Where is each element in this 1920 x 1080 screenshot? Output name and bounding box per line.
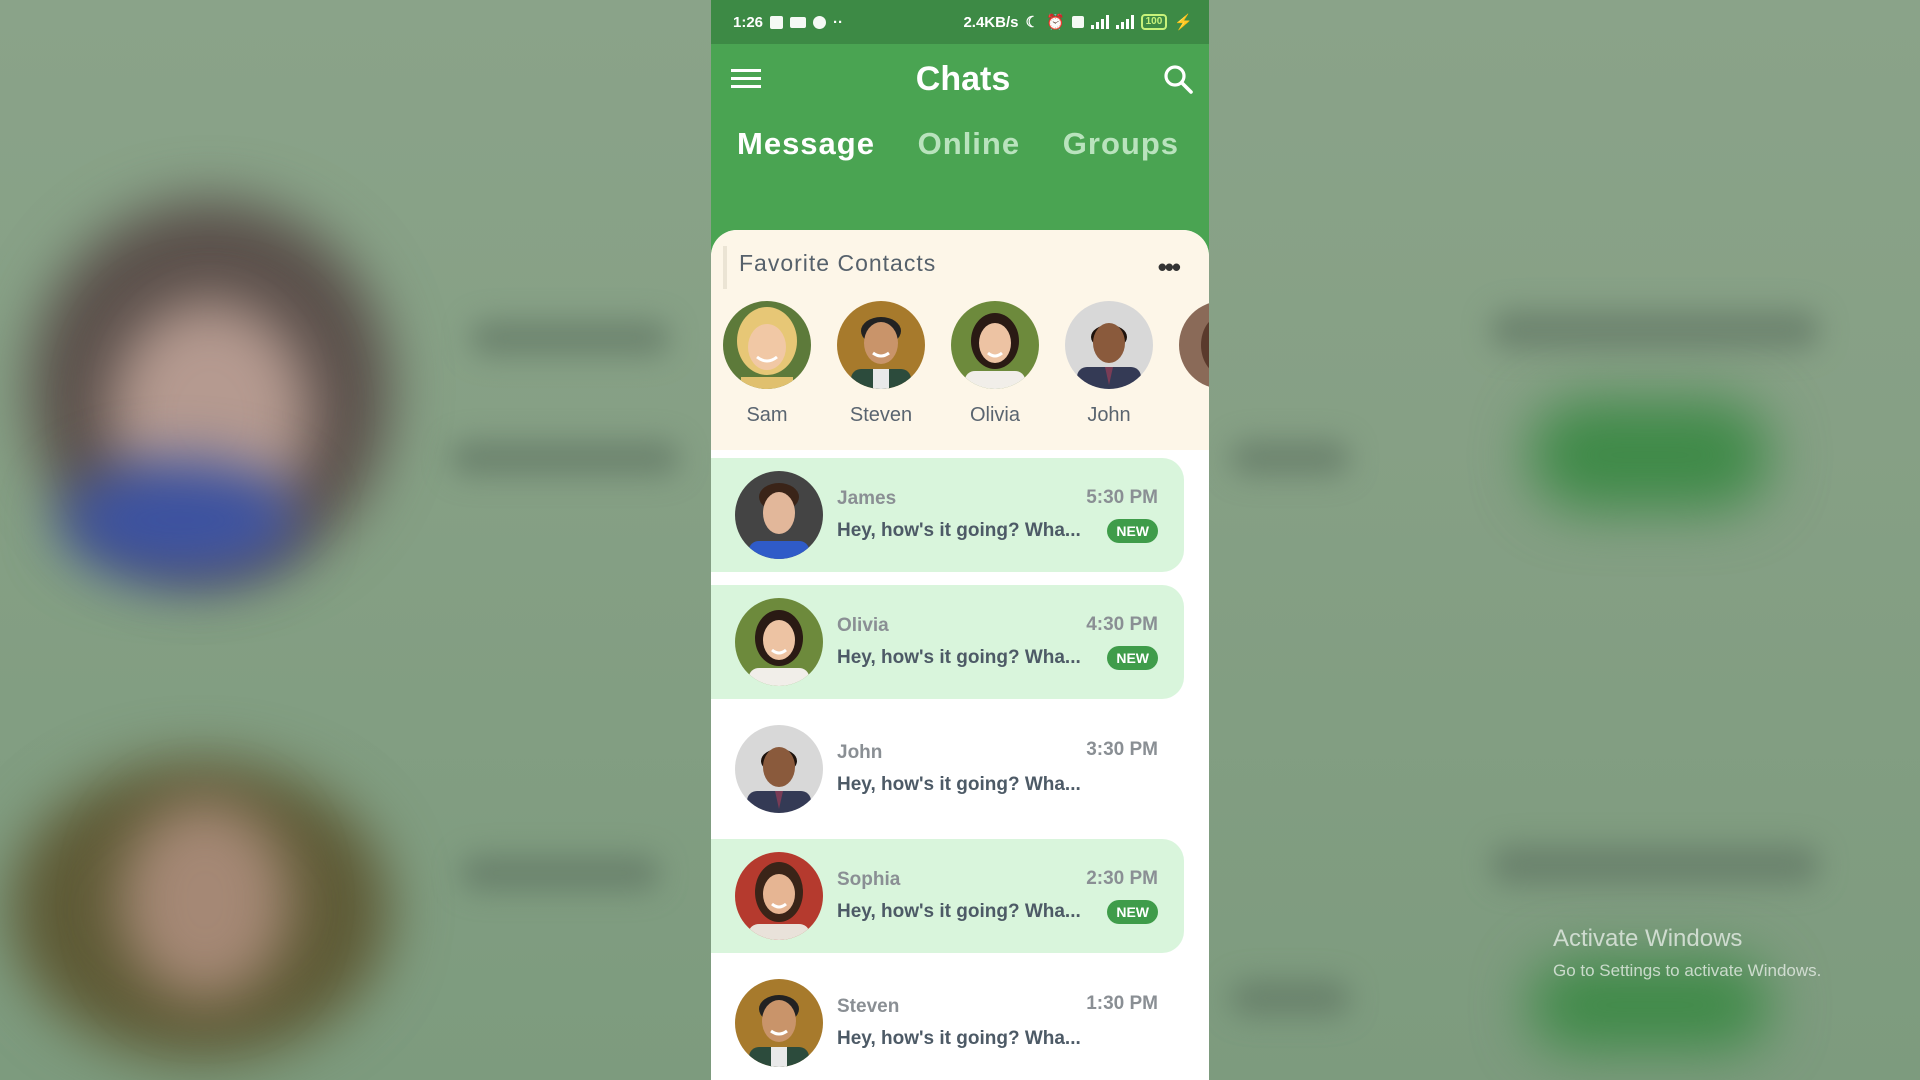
avatar xyxy=(735,471,823,559)
favorite-contact-john[interactable]: John xyxy=(1065,301,1153,427)
phone-screen: 1:26 ·· 2.4KB/s ☾ ⏰ 100 ⚡ Chats Message … xyxy=(711,0,1209,1080)
blurred-text xyxy=(1490,310,1820,350)
blurred-text xyxy=(470,320,670,356)
snapchat-icon xyxy=(813,15,827,29)
battery-indicator: 100 xyxy=(1140,14,1168,30)
favorite-contacts-list: Sam Steven Olivia John xyxy=(711,289,1209,427)
video-icon xyxy=(790,16,807,28)
alarm-icon: ⏰ xyxy=(1045,14,1065,31)
content-sheet: Favorite Contacts ••• Sam Steven Olivia … xyxy=(711,230,1209,1080)
status-bar: 1:26 ·· 2.4KB/s ☾ ⏰ 100 ⚡ xyxy=(711,0,1209,44)
more-options-icon[interactable]: ••• xyxy=(1158,252,1181,283)
moon-icon: ☾ xyxy=(1025,14,1039,31)
app-bar: Chats xyxy=(711,44,1209,114)
chat-item-olivia[interactable]: Olivia Hey, how's it going? Wha... 4:30 … xyxy=(711,585,1184,699)
page-title: Chats xyxy=(915,59,1011,98)
blurred-text xyxy=(1230,980,1350,1016)
windows-activation-watermark: Activate Windows Go to Settings to activ… xyxy=(1553,925,1821,981)
status-time: 1:26 xyxy=(733,13,764,31)
chat-time: 3:30 PM xyxy=(1086,738,1158,760)
blurred-text xyxy=(460,855,660,891)
chat-contact-name: John xyxy=(837,742,883,763)
charging-icon: ⚡ xyxy=(1174,14,1193,31)
avatar xyxy=(735,852,823,940)
favorite-contacts-section: Favorite Contacts ••• Sam Steven Olivia … xyxy=(711,230,1209,450)
chat-message-preview: Hey, how's it going? Wha... xyxy=(837,774,1081,795)
chat-message-preview: Hey, how's it going? Wha... xyxy=(837,647,1081,668)
new-badge: NEW xyxy=(1107,519,1158,543)
contact-name: Steven xyxy=(849,404,913,426)
avatar xyxy=(735,598,823,686)
chat-message-preview: Hey, how's it going? Wha... xyxy=(837,901,1081,922)
chat-item-steven[interactable]: Steven Hey, how's it going? Wha... 1:30 … xyxy=(711,966,1184,1080)
contact-name: Sam xyxy=(746,404,788,426)
chat-contact-name: James xyxy=(837,488,897,509)
blurred-text xyxy=(1230,440,1350,476)
avatar xyxy=(735,725,823,813)
avatar xyxy=(1179,301,1209,389)
watermark-subtitle: Go to Settings to activate Windows. xyxy=(1553,961,1822,980)
network-speed: 2.4KB/s xyxy=(963,13,1019,31)
avatar xyxy=(1065,301,1153,389)
tab-online[interactable]: Online xyxy=(918,126,1020,162)
blurred-shirt xyxy=(60,460,300,580)
chat-item-sophia[interactable]: Sophia Hey, how's it going? Wha... 2:30 … xyxy=(711,839,1184,953)
favorite-contact-sam[interactable]: Sam xyxy=(723,301,811,427)
blurred-face xyxy=(120,800,290,1000)
new-badge: NEW xyxy=(1107,900,1158,924)
tab-groups[interactable]: Groups xyxy=(1063,126,1179,162)
chat-item-john[interactable]: John Hey, how's it going? Wha... 3:30 PM xyxy=(711,712,1184,826)
favorite-contact-olivia[interactable]: Olivia xyxy=(951,301,1039,427)
chat-contact-name: Sophia xyxy=(837,869,901,890)
signal-icon xyxy=(1090,15,1109,29)
chat-message-preview: Hey, how's it going? Wha... xyxy=(837,1028,1081,1049)
avatar xyxy=(837,301,925,389)
contact-name: Olivia xyxy=(969,404,1020,426)
menu-icon[interactable] xyxy=(731,67,763,91)
notification-icon xyxy=(770,15,784,29)
watermark-title: Activate Windows xyxy=(1553,925,1743,952)
blurred-text xyxy=(1490,845,1820,885)
blurred-badge xyxy=(1530,400,1770,510)
search-icon[interactable] xyxy=(1163,64,1193,94)
signal-icon xyxy=(1115,15,1134,29)
contact-name: John xyxy=(1087,404,1131,426)
chat-time: 1:30 PM xyxy=(1086,992,1158,1014)
avatar xyxy=(723,301,811,389)
avatar xyxy=(735,979,823,1067)
blurred-text xyxy=(450,440,680,476)
chat-contact-name: Steven xyxy=(837,996,900,1017)
sim-icon xyxy=(1071,16,1084,28)
chat-time: 5:30 PM xyxy=(1086,487,1158,508)
avatar xyxy=(951,301,1039,389)
chat-time: 2:30 PM xyxy=(1086,868,1158,889)
chat-message-preview: Hey, how's it going? Wha... xyxy=(837,520,1081,541)
section-title: Favorite Contacts xyxy=(723,246,936,289)
new-badge: NEW xyxy=(1107,646,1158,670)
tab-bar: Message Online Groups xyxy=(711,126,1209,162)
tab-message[interactable]: Message xyxy=(737,126,875,162)
favorite-contact-steven[interactable]: Steven xyxy=(837,301,925,427)
contact-name: G xyxy=(1179,404,1209,427)
chat-item-james[interactable]: James Hey, how's it going? Wha... 5:30 P… xyxy=(711,458,1184,572)
chat-time: 4:30 PM xyxy=(1086,614,1158,635)
favorite-contact-partial[interactable]: G xyxy=(1179,301,1209,427)
chat-contact-name: Olivia xyxy=(837,615,889,636)
more-notifications-icon: ·· xyxy=(833,13,844,31)
